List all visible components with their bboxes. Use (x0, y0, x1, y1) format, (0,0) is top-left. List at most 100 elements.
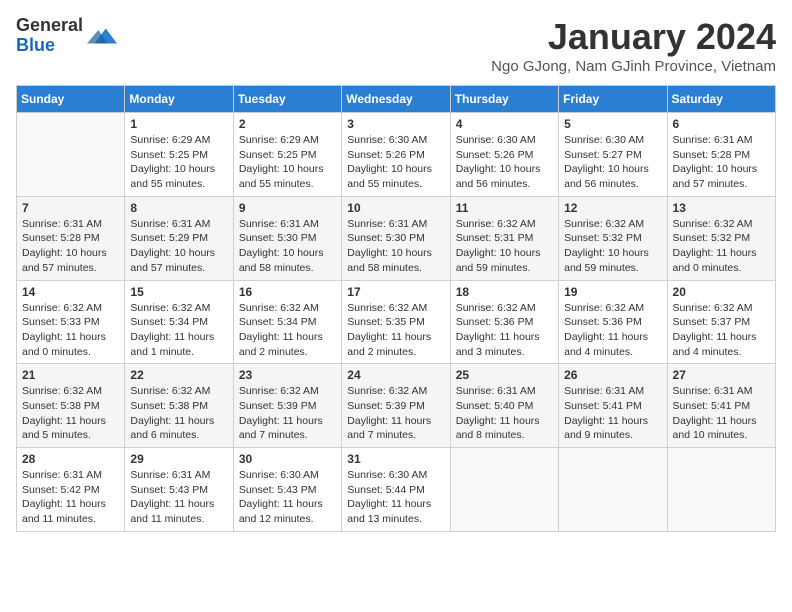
day-header-monday: Monday (125, 86, 233, 113)
day-number: 18 (456, 285, 553, 299)
calendar-cell: 8Sunrise: 6:31 AM Sunset: 5:29 PM Daylig… (125, 196, 233, 280)
day-info: Sunrise: 6:31 AM Sunset: 5:41 PM Dayligh… (673, 384, 770, 443)
calendar-cell: 17 Sunrise: 6:32 AM Sunset: 5:35 PM Dayli… (342, 280, 450, 364)
calendar-cell: 26Sunrise: 6:31 AM Sunset: 5:41 PM Dayli… (559, 364, 667, 448)
day-info: Sunrise: 6:31 AM Sunset: 5:40 PM Dayligh… (456, 384, 553, 443)
day-info: Sunrise: 6:29 AM Sunset: 5:25 PM Dayligh… (239, 133, 336, 192)
day-number: 24 (347, 368, 444, 382)
day-info: Sunrise: 6:31 AM Sunset: 5:28 PM Dayligh… (673, 133, 770, 192)
calendar-table: SundayMondayTuesdayWednesdayThursdayFrid… (16, 85, 776, 532)
calendar-cell (667, 448, 775, 532)
day-number: 27 (673, 368, 770, 382)
calendar-week-row: 21 Sunrise: 6:32 AM Sunset: 5:38 PM Dayli… (17, 364, 776, 448)
day-number: 17 (347, 285, 444, 299)
day-number: 23 (239, 368, 336, 382)
day-number: 21 (22, 368, 119, 382)
day-number: 1 (130, 117, 227, 131)
calendar-cell: 2 Sunrise: 6:29 AM Sunset: 5:25 PM Daylig… (233, 113, 341, 197)
calendar-week-row: 14 Sunrise: 6:32 AM Sunset: 5:33 PM Dayli… (17, 280, 776, 364)
calendar-cell: 21 Sunrise: 6:32 AM Sunset: 5:38 PM Dayli… (17, 364, 125, 448)
calendar-cell: 5 Sunrise: 6:30 AM Sunset: 5:27 PM Daylig… (559, 113, 667, 197)
day-info: Sunrise: 6:32 AM Sunset: 5:38 PM Dayligh… (22, 384, 119, 443)
day-info: Sunrise: 6:32 AM Sunset: 5:33 PM Dayligh… (22, 301, 119, 360)
day-number: 20 (673, 285, 770, 299)
day-info: Sunrise: 6:32 AM Sunset: 5:38 PM Dayligh… (130, 384, 227, 443)
logo-general-text: General (16, 16, 83, 36)
day-number: 2 (239, 117, 336, 131)
day-info: Sunrise: 6:30 AM Sunset: 5:44 PM Dayligh… (347, 468, 444, 527)
day-number: 19 (564, 285, 661, 299)
day-number: 11 (456, 201, 553, 215)
month-title: January 2024 (491, 16, 776, 58)
day-number: 28 (22, 452, 119, 466)
day-info: Sunrise: 6:32 AM Sunset: 5:31 PM Dayligh… (456, 217, 553, 276)
day-info: Sunrise: 6:31 AM Sunset: 5:29 PM Dayligh… (130, 217, 227, 276)
day-info: Sunrise: 6:30 AM Sunset: 5:26 PM Dayligh… (456, 133, 553, 192)
day-info: Sunrise: 6:32 AM Sunset: 5:36 PM Dayligh… (564, 301, 661, 360)
calendar-cell: 29 Sunrise: 6:31 AM Sunset: 5:43 PM Dayli… (125, 448, 233, 532)
calendar-cell: 22 Sunrise: 6:32 AM Sunset: 5:38 PM Dayli… (125, 364, 233, 448)
calendar-week-row: 1 Sunrise: 6:29 AM Sunset: 5:25 PM Daylig… (17, 113, 776, 197)
location-text: Ngo GJong, Nam GJinh Province, Vietnam (491, 58, 776, 75)
day-info: Sunrise: 6:31 AM Sunset: 5:43 PM Dayligh… (130, 468, 227, 527)
calendar-cell: 23 Sunrise: 6:32 AM Sunset: 5:39 PM Dayli… (233, 364, 341, 448)
day-info: Sunrise: 6:32 AM Sunset: 5:35 PM Dayligh… (347, 301, 444, 360)
day-number: 6 (673, 117, 770, 131)
day-info: Sunrise: 6:32 AM Sunset: 5:39 PM Dayligh… (239, 384, 336, 443)
day-number: 22 (130, 368, 227, 382)
day-number: 30 (239, 452, 336, 466)
day-info: Sunrise: 6:30 AM Sunset: 5:43 PM Dayligh… (239, 468, 336, 527)
day-info: Sunrise: 6:32 AM Sunset: 5:32 PM Dayligh… (564, 217, 661, 276)
calendar-cell: 11 Sunrise: 6:32 AM Sunset: 5:31 PM Dayli… (450, 196, 558, 280)
day-number: 29 (130, 452, 227, 466)
logo-blue-text: Blue (16, 36, 83, 56)
calendar-cell: 7 Sunrise: 6:31 AM Sunset: 5:28 PM Daylig… (17, 196, 125, 280)
day-info: Sunrise: 6:32 AM Sunset: 5:32 PM Dayligh… (673, 217, 770, 276)
calendar-cell: 16Sunrise: 6:32 AM Sunset: 5:34 PM Dayli… (233, 280, 341, 364)
calendar-cell: 4Sunrise: 6:30 AM Sunset: 5:26 PM Daylig… (450, 113, 558, 197)
calendar-cell (559, 448, 667, 532)
title-section: January 2024 Ngo GJong, Nam GJinh Provin… (491, 16, 776, 75)
calendar-cell: 30 Sunrise: 6:30 AM Sunset: 5:43 PM Dayli… (233, 448, 341, 532)
day-number: 9 (239, 201, 336, 215)
day-header-thursday: Thursday (450, 86, 558, 113)
calendar-cell: 15Sunrise: 6:32 AM Sunset: 5:34 PM Dayli… (125, 280, 233, 364)
calendar-cell: 10Sunrise: 6:31 AM Sunset: 5:30 PM Dayli… (342, 196, 450, 280)
calendar-week-row: 28Sunrise: 6:31 AM Sunset: 5:42 PM Dayli… (17, 448, 776, 532)
day-number: 10 (347, 201, 444, 215)
calendar-cell: 13 Sunrise: 6:32 AM Sunset: 5:32 PM Dayli… (667, 196, 775, 280)
day-info: Sunrise: 6:31 AM Sunset: 5:41 PM Dayligh… (564, 384, 661, 443)
day-number: 5 (564, 117, 661, 131)
day-header-tuesday: Tuesday (233, 86, 341, 113)
calendar-header-row: SundayMondayTuesdayWednesdayThursdayFrid… (17, 86, 776, 113)
day-info: Sunrise: 6:30 AM Sunset: 5:27 PM Dayligh… (564, 133, 661, 192)
day-number: 7 (22, 201, 119, 215)
day-number: 3 (347, 117, 444, 131)
day-info: Sunrise: 6:31 AM Sunset: 5:30 PM Dayligh… (239, 217, 336, 276)
day-number: 31 (347, 452, 444, 466)
day-header-wednesday: Wednesday (342, 86, 450, 113)
calendar-cell: 9 Sunrise: 6:31 AM Sunset: 5:30 PM Daylig… (233, 196, 341, 280)
calendar-cell: 12 Sunrise: 6:32 AM Sunset: 5:32 PM Dayli… (559, 196, 667, 280)
calendar-cell: 27 Sunrise: 6:31 AM Sunset: 5:41 PM Dayli… (667, 364, 775, 448)
calendar-cell: 18Sunrise: 6:32 AM Sunset: 5:36 PM Dayli… (450, 280, 558, 364)
day-info: Sunrise: 6:29 AM Sunset: 5:25 PM Dayligh… (130, 133, 227, 192)
day-info: Sunrise: 6:31 AM Sunset: 5:28 PM Dayligh… (22, 217, 119, 276)
day-number: 12 (564, 201, 661, 215)
calendar-cell: 24 Sunrise: 6:32 AM Sunset: 5:39 PM Dayli… (342, 364, 450, 448)
day-info: Sunrise: 6:32 AM Sunset: 5:39 PM Dayligh… (347, 384, 444, 443)
day-info: Sunrise: 6:32 AM Sunset: 5:34 PM Dayligh… (130, 301, 227, 360)
calendar-cell: 31 Sunrise: 6:30 AM Sunset: 5:44 PM Dayli… (342, 448, 450, 532)
day-header-saturday: Saturday (667, 86, 775, 113)
day-info: Sunrise: 6:32 AM Sunset: 5:34 PM Dayligh… (239, 301, 336, 360)
logo: General Blue (16, 16, 117, 56)
calendar-cell (450, 448, 558, 532)
day-header-sunday: Sunday (17, 86, 125, 113)
calendar-cell: 1 Sunrise: 6:29 AM Sunset: 5:25 PM Daylig… (125, 113, 233, 197)
day-number: 14 (22, 285, 119, 299)
day-number: 13 (673, 201, 770, 215)
calendar-cell: 20Sunrise: 6:32 AM Sunset: 5:37 PM Dayli… (667, 280, 775, 364)
logo-icon (87, 21, 117, 51)
page-header: General Blue January 2024 Ngo GJong, Nam… (16, 16, 776, 75)
day-header-friday: Friday (559, 86, 667, 113)
